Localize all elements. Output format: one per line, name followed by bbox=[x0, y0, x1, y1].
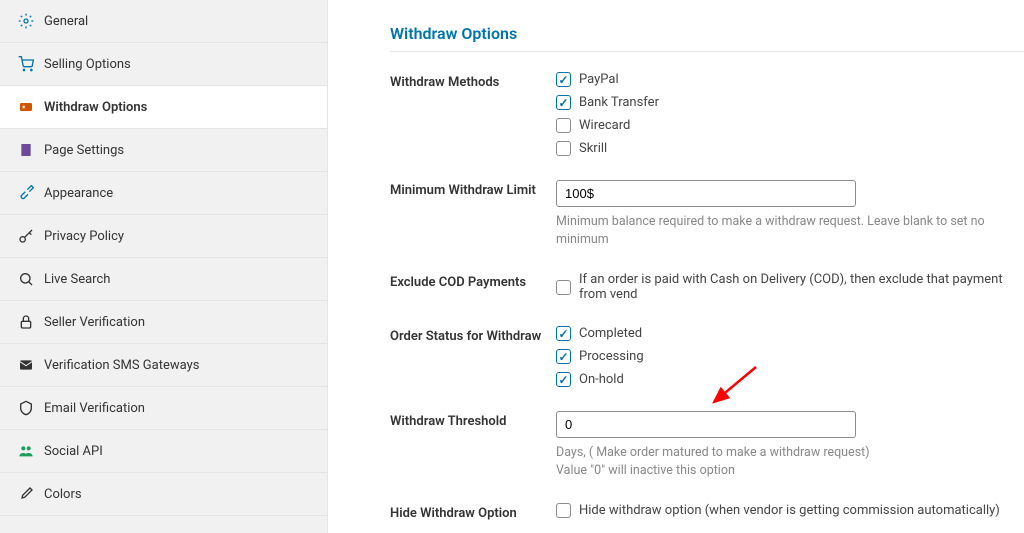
checkbox-label: Skrill bbox=[579, 141, 607, 156]
checkbox-skrill[interactable]: Skrill bbox=[556, 141, 1024, 156]
checkbox-icon bbox=[556, 118, 571, 133]
checkbox-paypal[interactable]: PayPal bbox=[556, 72, 1024, 87]
sidebar-item-page-settings[interactable]: Page Settings bbox=[0, 129, 327, 172]
paintbrush-icon bbox=[18, 486, 34, 502]
sidebar-item-label: General bbox=[44, 14, 88, 29]
sidebar-item-label: Verification SMS Gateways bbox=[44, 358, 199, 373]
field-threshold: Withdraw Threshold Days, ( Make order ma… bbox=[390, 411, 1024, 479]
sidebar: General Selling Options Withdraw Options… bbox=[0, 0, 328, 533]
field-hide-option: Hide Withdraw Option Hide withdraw optio… bbox=[390, 503, 1024, 521]
checkbox-label: Processing bbox=[579, 349, 644, 364]
sidebar-item-label: Privacy Policy bbox=[44, 229, 124, 244]
brush-icon bbox=[18, 185, 34, 201]
checkbox-onhold[interactable]: On-hold bbox=[556, 372, 1024, 387]
field-withdraw-methods: Withdraw Methods PayPal Bank Transfer Wi… bbox=[390, 72, 1024, 156]
checkbox-label: Wirecard bbox=[579, 118, 630, 133]
checkbox-icon bbox=[556, 141, 571, 156]
page-icon bbox=[18, 142, 34, 158]
min-limit-input[interactable] bbox=[556, 180, 856, 207]
threshold-input[interactable] bbox=[556, 411, 856, 438]
lock-icon bbox=[18, 314, 34, 330]
main-content: Withdraw Options Withdraw Methods PayPal… bbox=[328, 0, 1024, 533]
sidebar-item-label: Seller Verification bbox=[44, 315, 145, 330]
sidebar-item-social-api[interactable]: Social API bbox=[0, 430, 327, 473]
checkbox-icon bbox=[556, 503, 571, 518]
sidebar-item-label: Live Search bbox=[44, 272, 110, 287]
checkbox-label: If an order is paid with Cash on Deliver… bbox=[579, 272, 1024, 302]
sidebar-item-selling-options[interactable]: Selling Options bbox=[0, 43, 327, 86]
field-order-status: Order Status for Withdraw Completed Proc… bbox=[390, 326, 1024, 387]
checkbox-completed[interactable]: Completed bbox=[556, 326, 1024, 341]
sidebar-item-label: Social API bbox=[44, 444, 103, 459]
sidebar-item-withdraw-options[interactable]: Withdraw Options bbox=[0, 86, 327, 129]
field-label: Hide Withdraw Option bbox=[390, 503, 556, 521]
shield-icon bbox=[18, 400, 34, 416]
sidebar-item-email-verification[interactable]: Email Verification bbox=[0, 387, 327, 430]
sidebar-item-seller-verification[interactable]: Seller Verification bbox=[0, 301, 327, 344]
field-label: Exclude COD Payments bbox=[390, 272, 556, 290]
sidebar-item-label: Withdraw Options bbox=[44, 100, 147, 115]
envelope-icon bbox=[18, 357, 34, 373]
section-title: Withdraw Options bbox=[390, 24, 1024, 43]
sidebar-item-label: Colors bbox=[44, 487, 82, 502]
field-label: Withdraw Methods bbox=[390, 72, 556, 90]
cart-icon bbox=[18, 56, 34, 72]
help-text: Days, ( Make order matured to make a wit… bbox=[556, 444, 1024, 479]
checkbox-icon bbox=[556, 326, 571, 341]
help-text: Minimum balance required to make a withd… bbox=[556, 213, 1024, 248]
sidebar-item-verification-sms[interactable]: Verification SMS Gateways bbox=[0, 344, 327, 387]
checkbox-label: PayPal bbox=[579, 72, 619, 87]
field-label: Order Status for Withdraw bbox=[390, 326, 556, 344]
sidebar-item-label: Selling Options bbox=[44, 57, 131, 72]
search-icon bbox=[18, 271, 34, 287]
checkbox-hide-option[interactable]: Hide withdraw option (when vendor is get… bbox=[556, 503, 1024, 518]
sidebar-item-live-search[interactable]: Live Search bbox=[0, 258, 327, 301]
checkbox-label: Bank Transfer bbox=[579, 95, 659, 110]
checkbox-exclude-cod[interactable]: If an order is paid with Cash on Deliver… bbox=[556, 272, 1024, 302]
checkbox-label: On-hold bbox=[579, 372, 624, 387]
field-min-limit: Minimum Withdraw Limit Minimum balance r… bbox=[390, 180, 1024, 248]
checkbox-processing[interactable]: Processing bbox=[556, 349, 1024, 364]
field-label: Withdraw Threshold bbox=[390, 411, 556, 429]
checkbox-bank-transfer[interactable]: Bank Transfer bbox=[556, 95, 1024, 110]
withdraw-icon bbox=[18, 99, 34, 115]
users-icon bbox=[18, 443, 34, 459]
checkbox-icon bbox=[556, 372, 571, 387]
gear-icon bbox=[18, 13, 34, 29]
sidebar-item-colors[interactable]: Colors bbox=[0, 473, 327, 516]
sidebar-item-label: Page Settings bbox=[44, 143, 124, 158]
field-label: Minimum Withdraw Limit bbox=[390, 180, 556, 198]
checkbox-label: Hide withdraw option (when vendor is get… bbox=[579, 503, 1000, 518]
key-icon bbox=[18, 228, 34, 244]
checkbox-icon bbox=[556, 72, 571, 87]
checkbox-label: Completed bbox=[579, 326, 642, 341]
checkbox-icon bbox=[556, 95, 571, 110]
sidebar-item-label: Appearance bbox=[44, 186, 113, 201]
checkbox-icon bbox=[556, 349, 571, 364]
sidebar-item-general[interactable]: General bbox=[0, 0, 327, 43]
checkbox-wirecard[interactable]: Wirecard bbox=[556, 118, 1024, 133]
section-divider bbox=[390, 51, 1024, 52]
sidebar-item-privacy-policy[interactable]: Privacy Policy bbox=[0, 215, 327, 258]
field-exclude-cod: Exclude COD Payments If an order is paid… bbox=[390, 272, 1024, 302]
checkbox-icon bbox=[556, 280, 571, 295]
sidebar-item-label: Email Verification bbox=[44, 401, 145, 416]
sidebar-item-appearance[interactable]: Appearance bbox=[0, 172, 327, 215]
